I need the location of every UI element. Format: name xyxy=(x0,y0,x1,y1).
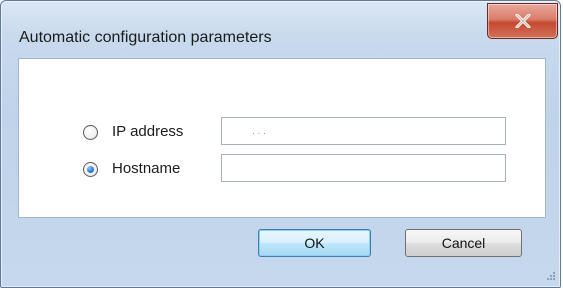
ip-address-row: IP address . . . xyxy=(19,117,545,147)
dialog-window: Automatic configuration parameters IP ad… xyxy=(0,0,561,288)
ip-address-value: . . . xyxy=(252,126,266,137)
close-button[interactable] xyxy=(487,3,558,39)
resize-grip-icon[interactable] xyxy=(544,271,556,283)
options-panel: IP address . . . Hostname xyxy=(18,58,546,218)
ip-address-radio[interactable] xyxy=(83,125,98,140)
hostname-label[interactable]: Hostname xyxy=(112,160,180,177)
ip-address-label[interactable]: IP address xyxy=(112,123,183,140)
ok-button[interactable]: OK xyxy=(258,229,371,257)
hostname-row: Hostname xyxy=(19,154,545,184)
dialog-title: Automatic configuration parameters xyxy=(19,29,272,46)
ip-address-field[interactable]: . . . xyxy=(221,117,506,145)
cancel-button[interactable]: Cancel xyxy=(405,229,522,257)
close-icon xyxy=(515,14,530,28)
title-bar[interactable]: Automatic configuration parameters xyxy=(1,1,560,57)
hostname-input[interactable] xyxy=(221,154,506,182)
hostname-radio[interactable] xyxy=(83,162,98,177)
